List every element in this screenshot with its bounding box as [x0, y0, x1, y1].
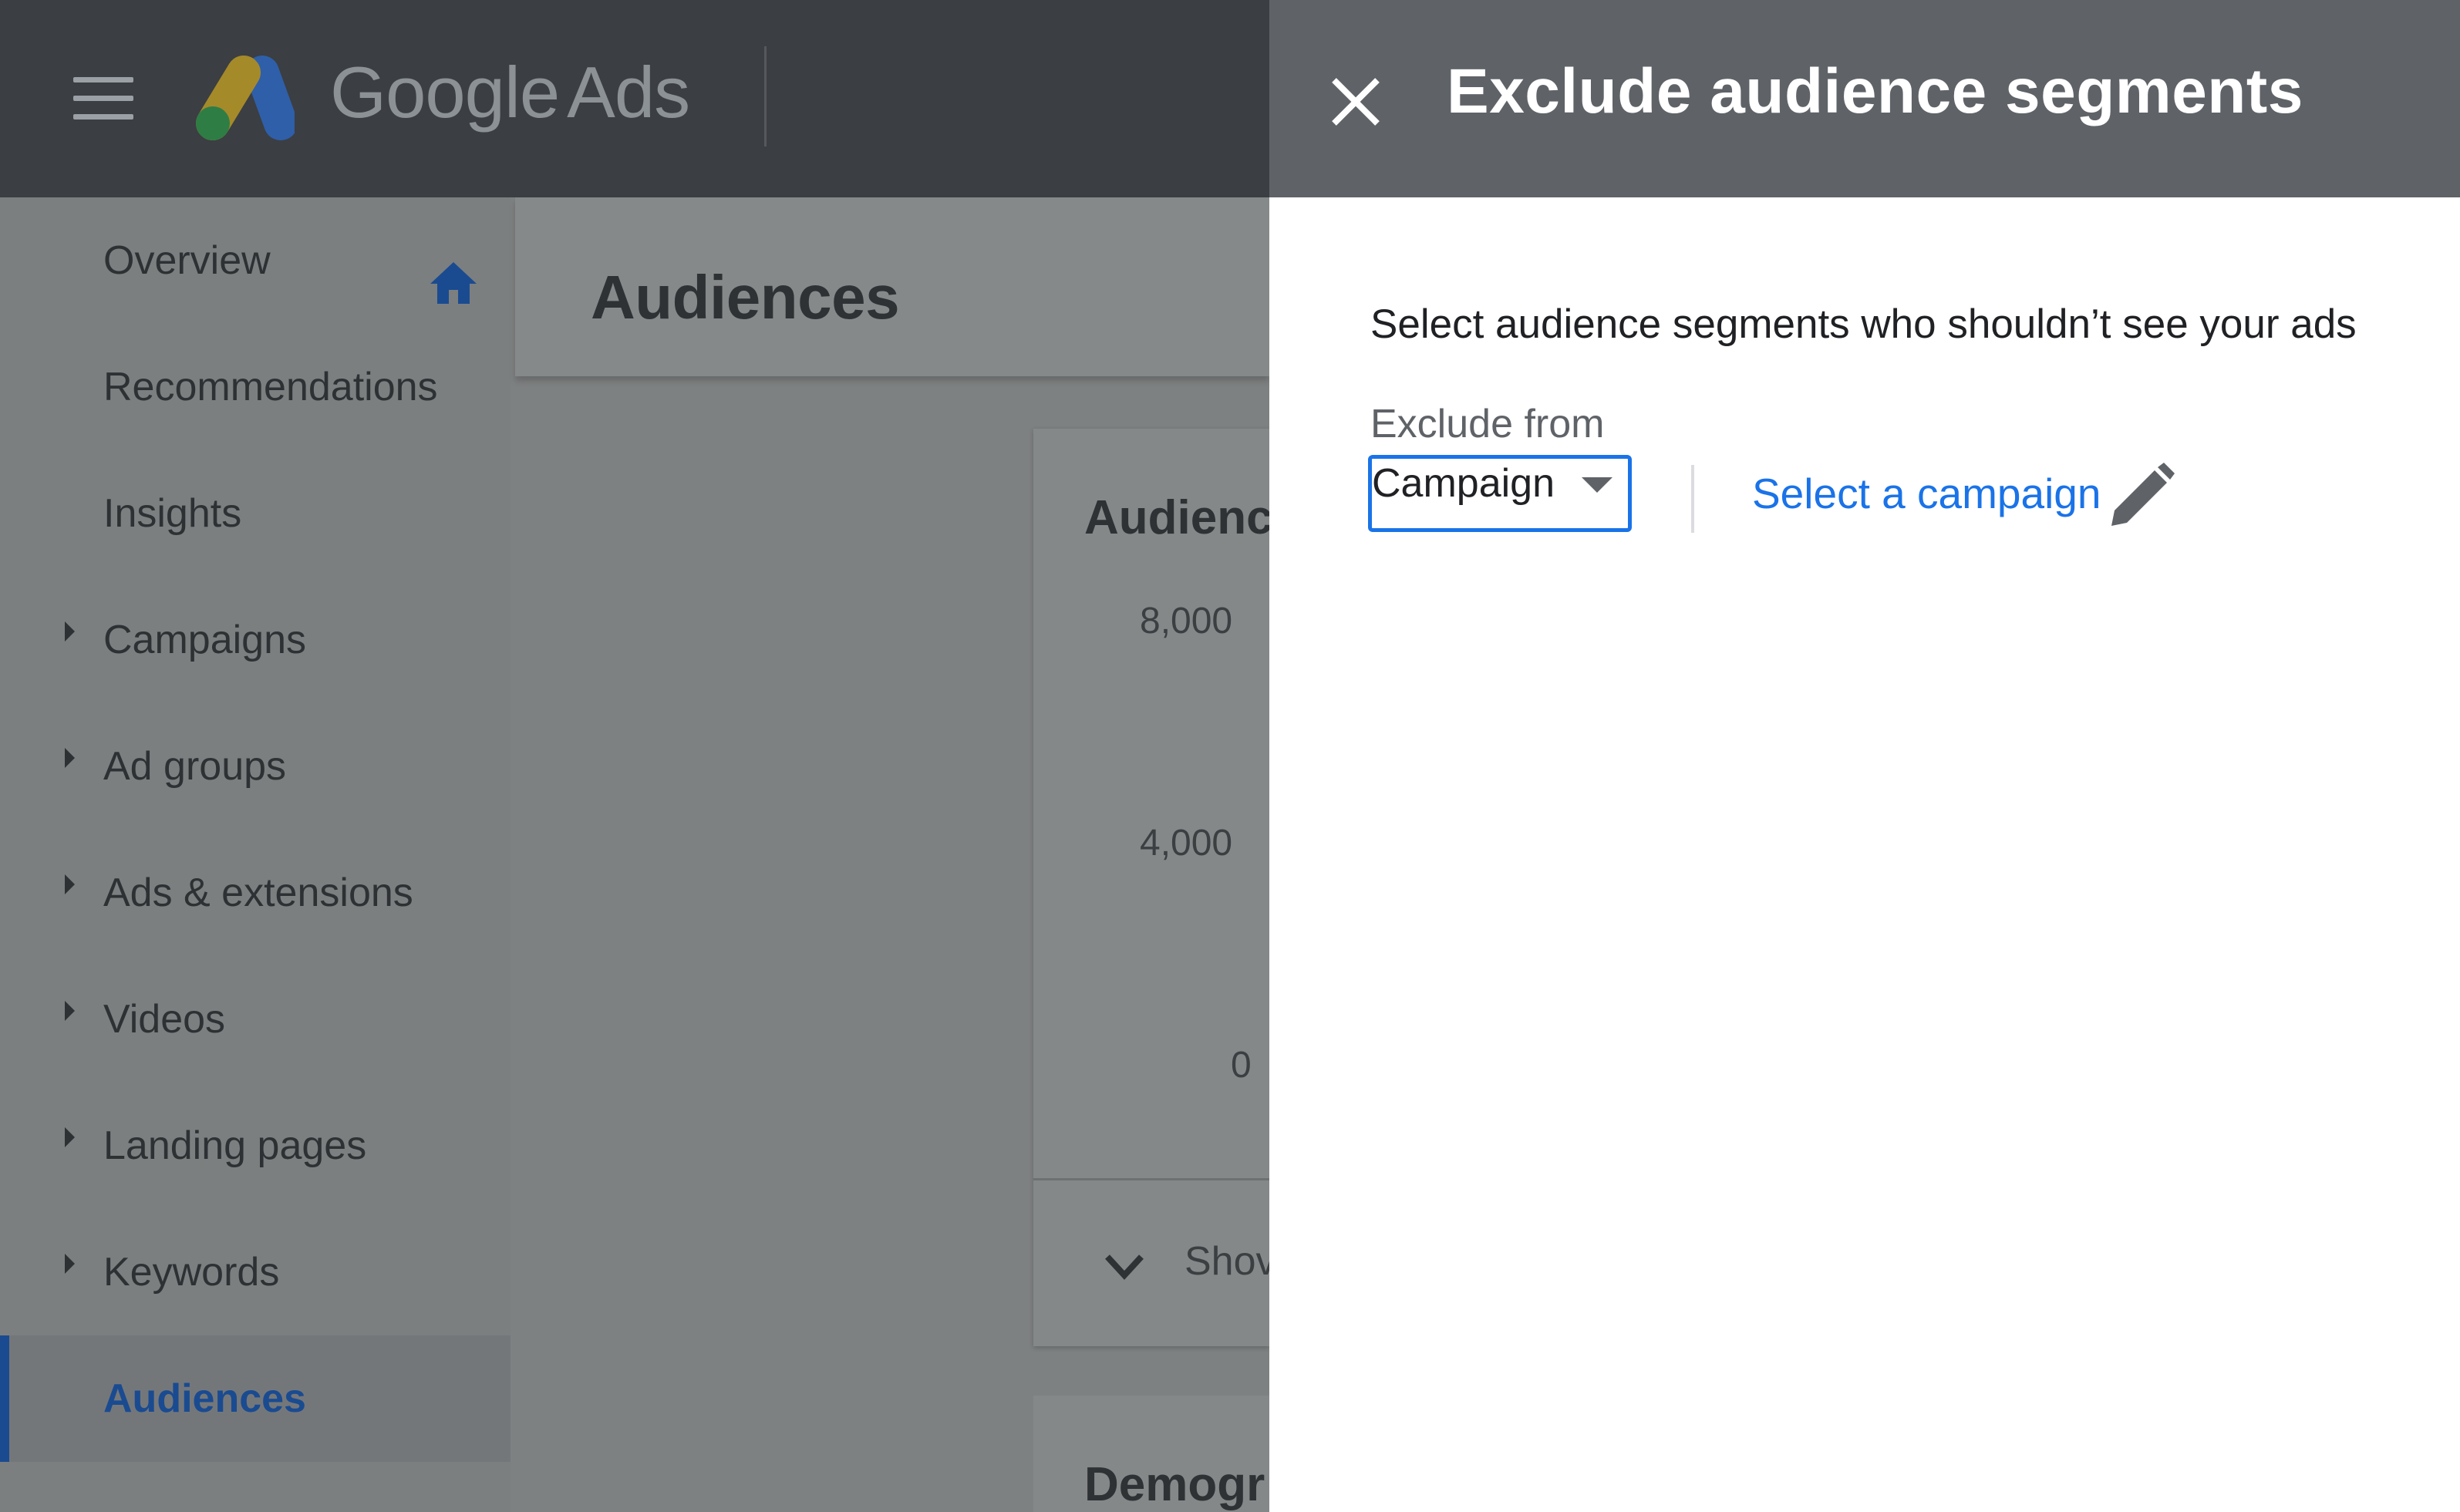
brand-title: Google Ads [330, 51, 690, 134]
card-divider [1033, 1178, 1269, 1180]
google-ads-logo [196, 56, 295, 140]
exclude-from-select[interactable]: Campaign [1368, 455, 1632, 532]
field-divider [1691, 465, 1694, 533]
topbar-divider [764, 46, 767, 146]
sidebar-item-videos[interactable]: Videos [0, 956, 511, 1083]
close-icon[interactable] [1325, 71, 1387, 133]
sidebar-item-recommendations[interactable]: Recommendations [0, 324, 511, 450]
sidebar-item-ad-groups[interactable]: Ad groups [0, 703, 511, 830]
active-indicator [0, 1335, 9, 1462]
sidebar-item-label: Ad groups [103, 744, 287, 789]
exclude-from-label: Exclude from [1370, 402, 1605, 446]
demographics-card: Demogr [1033, 1396, 1269, 1512]
y-axis-tick: 0 [1231, 1045, 1252, 1086]
select-campaign-link[interactable]: Select a campaign [1752, 469, 2101, 518]
expand-caret-icon[interactable] [65, 748, 75, 768]
sidebar-item-insights[interactable]: Insights [0, 450, 511, 577]
chevron-down-icon[interactable] [1103, 1251, 1146, 1281]
expand-caret-icon[interactable] [65, 1001, 75, 1021]
card-title: Audienc [1084, 491, 1269, 544]
brand-name: Google [330, 52, 560, 133]
audience-chart-card: Audienc 8,000 4,000 0 Shov [1033, 429, 1269, 1346]
exclude-from-value: Campaign [1372, 461, 1555, 506]
panel-description: Select audience segments who shouldn’t s… [1370, 301, 2357, 347]
hamburger-menu-icon[interactable] [73, 77, 133, 120]
page-title: Audiences [591, 263, 900, 332]
expand-caret-icon[interactable] [65, 1127, 75, 1147]
sidebar-item-label: Campaigns [103, 618, 307, 662]
sidebar-item-landing-pages[interactable]: Landing pages [0, 1083, 511, 1209]
top-bar: Google Ads [0, 0, 1269, 197]
sidebar-item-label: Videos [103, 997, 226, 1042]
sidebar-item-ads-extensions[interactable]: Ads & extensions [0, 830, 511, 956]
sidebar-item-label: Audiences [103, 1376, 306, 1421]
sidebar-item-label: Ads & extensions [103, 870, 413, 915]
y-axis-tick: 4,000 [1140, 823, 1233, 864]
show-toggle-label[interactable]: Shov [1185, 1238, 1269, 1285]
dropdown-arrow-icon [1582, 477, 1612, 493]
card-title: Demogr [1084, 1458, 1265, 1511]
sidebar-item-campaigns[interactable]: Campaigns [0, 577, 511, 703]
expand-caret-icon[interactable] [65, 621, 75, 642]
sidebar-item-label: Recommendations [103, 365, 438, 409]
sidebar-item-audiences[interactable]: Audiences [0, 1335, 511, 1462]
sidebar-item-keywords[interactable]: Keywords [0, 1209, 511, 1335]
sidebar-item-label: Landing pages [103, 1123, 367, 1168]
panel-body [1269, 197, 2460, 1512]
panel-title: Exclude audience segments [1447, 56, 2303, 126]
y-axis-tick: 8,000 [1140, 601, 1233, 642]
sidebar-item-label: Overview [103, 238, 271, 283]
sidebar-nav: Overview Recommendations Insights Campai… [0, 197, 511, 1512]
expand-caret-icon[interactable] [65, 874, 75, 894]
expand-caret-icon[interactable] [65, 1254, 75, 1274]
sidebar-item-label: Keywords [103, 1250, 280, 1295]
brand-product: Ads [567, 52, 690, 133]
home-icon [430, 262, 477, 304]
sidebar-item-label: Insights [103, 491, 242, 536]
pencil-icon[interactable] [2108, 463, 2175, 529]
